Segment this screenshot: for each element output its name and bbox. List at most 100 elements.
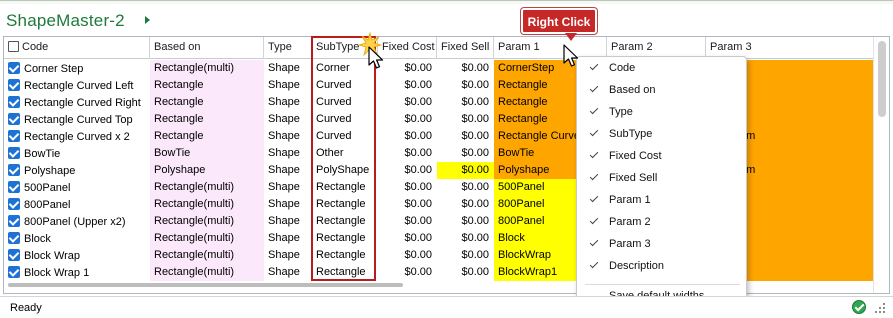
menu-item-param-3[interactable]: Param 3	[577, 235, 746, 257]
cell-fixed-sell[interactable]: $0.00	[437, 230, 494, 247]
cell-type[interactable]: Shape	[264, 77, 312, 94]
title-dropdown-arrow-icon[interactable]	[145, 16, 150, 24]
cell-code[interactable]: BowTie	[4, 145, 150, 162]
cell-code[interactable]: Rectangle Curved Left	[4, 77, 150, 94]
cell-fixed-cost[interactable]: $0.00	[378, 111, 437, 128]
vertical-scrollbar-thumb[interactable]	[878, 41, 886, 117]
cell-fixed-sell[interactable]: $0.00	[437, 77, 494, 94]
cell-subtype[interactable]: Rectangle	[312, 196, 378, 213]
column-header-based-on[interactable]: Based on	[150, 37, 264, 59]
cell-subtype[interactable]: Other	[312, 145, 378, 162]
cell-fixed-sell[interactable]: $0.00	[437, 128, 494, 145]
cell-fixed-sell[interactable]: $0.00	[437, 213, 494, 230]
cell-fixed-cost[interactable]: $0.00	[378, 128, 437, 145]
cell-subtype[interactable]: Rectangle	[312, 264, 378, 281]
cell-type[interactable]: Shape	[264, 128, 312, 145]
cell-subtype[interactable]: PolyShape	[312, 162, 378, 179]
cell-fixed-sell[interactable]: $0.00	[437, 196, 494, 213]
cell-based-on[interactable]: Rectangle(multi)	[150, 213, 264, 230]
menu-item-code[interactable]: Code	[577, 59, 746, 81]
menu-item-fixed-sell[interactable]: Fixed Sell	[577, 169, 746, 191]
cell-fixed-sell[interactable]: $0.00	[437, 111, 494, 128]
menu-item-subtype[interactable]: SubType	[577, 125, 746, 147]
menu-item-type[interactable]: Type	[577, 103, 746, 125]
cell-type[interactable]: Shape	[264, 162, 312, 179]
cell-code[interactable]: Polyshape	[4, 162, 150, 179]
row-checkbox[interactable]	[8, 249, 20, 261]
cell-subtype[interactable]: Curved	[312, 94, 378, 111]
cell-code[interactable]: Rectangle Curved Top	[4, 111, 150, 128]
cell-subtype[interactable]: Rectangle	[312, 247, 378, 264]
cell-fixed-cost[interactable]: $0.00	[378, 77, 437, 94]
cell-fixed-cost[interactable]: $0.00	[378, 60, 437, 77]
cell-fixed-sell[interactable]: $0.00	[437, 162, 494, 179]
cell-based-on[interactable]: Rectangle	[150, 111, 264, 128]
cell-type[interactable]: Shape	[264, 264, 312, 281]
row-checkbox[interactable]	[8, 164, 20, 176]
column-header-fixed-cost[interactable]: Fixed Cost	[378, 37, 437, 59]
cell-type[interactable]: Shape	[264, 247, 312, 264]
row-checkbox[interactable]	[8, 113, 20, 125]
cell-based-on[interactable]: Rectangle(multi)	[150, 264, 264, 281]
shapes-grid[interactable]: Code Based on Type SubType Fixed Cost Fixed S…	[3, 36, 890, 294]
menu-item-param-1[interactable]: Param 1	[577, 191, 746, 213]
cell-fixed-cost[interactable]: $0.00	[378, 247, 437, 264]
column-header-code[interactable]: Code	[4, 37, 150, 59]
column-header-fixed-sell[interactable]: Fixed Sell	[437, 37, 494, 59]
cell-based-on[interactable]: Rectangle	[150, 94, 264, 111]
cell-type[interactable]: Shape	[264, 145, 312, 162]
cell-fixed-cost[interactable]: $0.00	[378, 94, 437, 111]
cell-type[interactable]: Shape	[264, 230, 312, 247]
row-checkbox[interactable]	[8, 215, 20, 227]
cell-fixed-sell[interactable]: $0.00	[437, 179, 494, 196]
select-all-checkbox[interactable]	[8, 41, 19, 52]
resize-grip-icon[interactable]	[874, 302, 886, 314]
cell-based-on[interactable]: Polyshape	[150, 162, 264, 179]
cell-fixed-sell[interactable]: $0.00	[437, 60, 494, 77]
row-checkbox[interactable]	[8, 181, 20, 193]
horizontal-scrollbar-thumb[interactable]	[8, 283, 403, 287]
row-checkbox[interactable]	[8, 147, 20, 159]
cell-based-on[interactable]: Rectangle(multi)	[150, 196, 264, 213]
row-checkbox[interactable]	[8, 62, 20, 74]
cell-based-on[interactable]: Rectangle	[150, 77, 264, 94]
menu-item-description[interactable]: Description	[577, 257, 746, 279]
cell-type[interactable]: Shape	[264, 196, 312, 213]
menu-item-param-2[interactable]: Param 2	[577, 213, 746, 235]
cell-subtype[interactable]: Curved	[312, 77, 378, 94]
cell-subtype[interactable]: Rectangle	[312, 213, 378, 230]
vertical-scrollbar[interactable]	[873, 37, 889, 293]
cell-based-on[interactable]: Rectangle(multi)	[150, 230, 264, 247]
row-checkbox[interactable]	[8, 266, 20, 278]
cell-subtype[interactable]: Curved	[312, 128, 378, 145]
cell-fixed-cost[interactable]: $0.00	[378, 213, 437, 230]
cell-type[interactable]: Shape	[264, 213, 312, 230]
cell-code[interactable]: Rectangle Curved Right	[4, 94, 150, 111]
cell-fixed-cost[interactable]: $0.00	[378, 145, 437, 162]
cell-subtype[interactable]: Curved	[312, 111, 378, 128]
cell-code[interactable]: Block Wrap 1	[4, 264, 150, 281]
cell-fixed-cost[interactable]: $0.00	[378, 162, 437, 179]
cell-type[interactable]: Shape	[264, 60, 312, 77]
menu-item-fixed-cost[interactable]: Fixed Cost	[577, 147, 746, 169]
row-checkbox[interactable]	[8, 130, 20, 142]
cell-type[interactable]: Shape	[264, 179, 312, 196]
cell-based-on[interactable]: BowTie	[150, 145, 264, 162]
cell-fixed-sell[interactable]: $0.00	[437, 145, 494, 162]
cell-fixed-cost[interactable]: $0.00	[378, 230, 437, 247]
cell-fixed-sell[interactable]: $0.00	[437, 94, 494, 111]
menu-item-based-on[interactable]: Based on	[577, 81, 746, 103]
cell-fixed-cost[interactable]: $0.00	[378, 179, 437, 196]
row-checkbox[interactable]	[8, 96, 20, 108]
cell-subtype[interactable]: Rectangle	[312, 230, 378, 247]
row-checkbox[interactable]	[8, 232, 20, 244]
cell-type[interactable]: Shape	[264, 111, 312, 128]
cell-fixed-sell[interactable]: $0.00	[437, 264, 494, 281]
cell-based-on[interactable]: Rectangle(multi)	[150, 60, 264, 77]
cell-fixed-cost[interactable]: $0.00	[378, 264, 437, 281]
cell-fixed-cost[interactable]: $0.00	[378, 196, 437, 213]
cell-code[interactable]: Corner Step	[4, 60, 150, 77]
cell-based-on[interactable]: Rectangle	[150, 128, 264, 145]
cell-code[interactable]: Block Wrap	[4, 247, 150, 264]
row-checkbox[interactable]	[8, 79, 20, 91]
